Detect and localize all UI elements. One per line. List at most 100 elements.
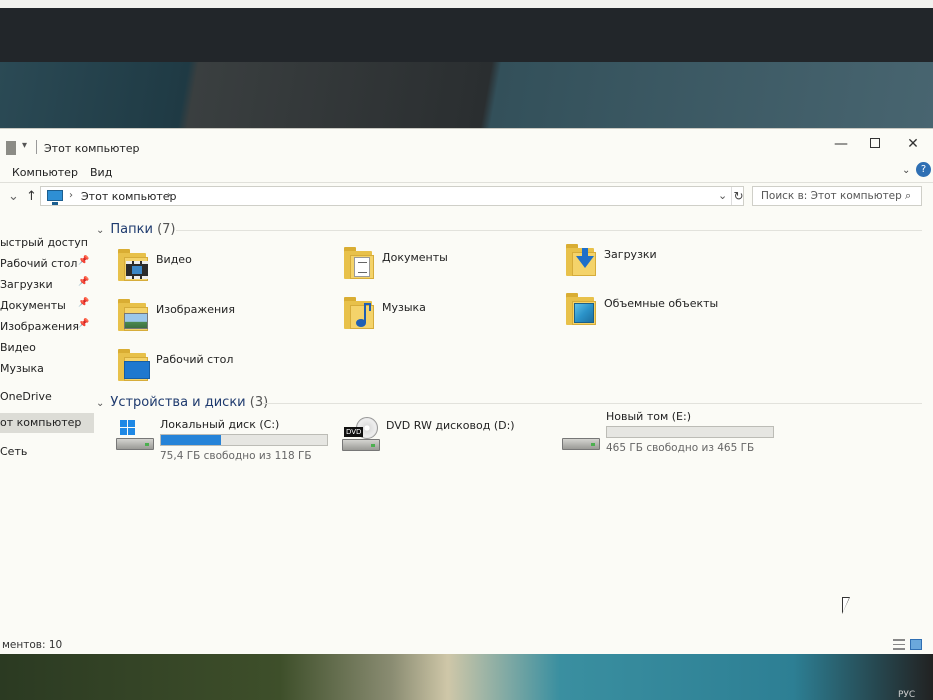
minimize-button[interactable]: —: [826, 133, 856, 155]
pin-icon: 📌: [78, 298, 90, 308]
folder-label: Рабочий стол: [156, 353, 234, 366]
drive-label: DVD RW дисковод (D:): [386, 419, 515, 432]
sidebar-item-videos[interactable]: Видео: [0, 338, 94, 358]
folder-label: Музыка: [382, 301, 426, 314]
sidebar-item-label: OneDrive: [0, 390, 52, 403]
title-separator: [36, 140, 37, 154]
pin-icon: 📌: [78, 277, 90, 287]
drive-label: Локальный диск (C:): [160, 418, 280, 431]
sidebar-item-music[interactable]: Музыка: [0, 359, 94, 379]
desktop-wallpaper-band: [0, 62, 933, 138]
folder-documents[interactable]: Документы: [342, 245, 542, 289]
folder-3d-objects[interactable]: Объемные объекты: [564, 291, 764, 335]
drive-usage-bar: [606, 426, 774, 438]
folder-label: Видео: [156, 253, 192, 266]
up-arrow-button[interactable]: ↑: [26, 189, 37, 204]
drive-e[interactable]: Новый том (E:) 465 ГБ свободно из 465 ГБ: [562, 410, 782, 460]
search-input[interactable]: Поиск в: Этот компьютер ⌕: [752, 186, 922, 206]
search-icon[interactable]: ⌕: [905, 189, 911, 203]
sidebar-item-pictures[interactable]: Изображения 📌: [0, 317, 94, 337]
3d-objects-folder-icon: [564, 291, 598, 327]
drive-d[interactable]: DVD DVD RW дисковод (D:): [342, 417, 542, 469]
drive-usage-bar: [160, 434, 328, 446]
sidebar-item-label: Музыка: [0, 362, 44, 375]
computer-icon: [47, 190, 63, 205]
collapse-chevron-icon[interactable]: ⌄: [96, 398, 104, 409]
desktop-folder-icon: [116, 347, 150, 383]
tab-view[interactable]: Вид: [90, 166, 112, 179]
sidebar-item-documents[interactable]: Документы 📌: [0, 296, 94, 316]
folder-desktop[interactable]: Рабочий стол: [116, 347, 316, 391]
title-bar[interactable]: ▾ Этот компьютер — ✕: [0, 129, 933, 159]
sidebar-item-label: ыстрый доступ: [0, 236, 88, 249]
maximize-icon: [870, 138, 880, 148]
group-divider: [262, 403, 922, 404]
address-row: ⌄ ↑ › Этот компьютер › ⌄ ↻ Поиск в: Этот…: [0, 183, 933, 211]
breadcrumb-chevron-icon[interactable]: ›: [167, 190, 171, 201]
dvd-badge: DVD: [344, 427, 364, 437]
sidebar-item-label: Видео: [0, 341, 36, 354]
item-count: ментов: 10: [2, 639, 63, 651]
folders-group-count: (7): [157, 222, 176, 237]
navigation-pane: ыстрый доступ Рабочий стол 📌 Загрузки 📌 …: [0, 225, 94, 635]
taskbar-language: РУС: [898, 690, 916, 700]
documents-folder-icon: [342, 245, 376, 281]
music-folder-icon: [342, 295, 376, 331]
downloads-folder-icon: [564, 242, 598, 278]
sidebar-item-label: Изображения: [0, 320, 79, 333]
breadcrumb-this-pc[interactable]: Этот компьютер: [81, 190, 177, 203]
sidebar-item-label: Документы: [0, 299, 66, 312]
drives-group-header[interactable]: ⌄ Устройства и диски (3): [96, 395, 268, 410]
pin-icon: 📌: [78, 256, 90, 266]
sidebar-item-label: Рабочий стол: [0, 257, 78, 270]
sidebar-item-network[interactable]: Сеть: [0, 442, 94, 462]
large-icons-view-icon[interactable]: [910, 639, 922, 650]
windows-logo-icon: [120, 420, 136, 436]
maximize-button[interactable]: [860, 133, 890, 155]
system-drive-icon: [116, 420, 156, 450]
status-bar: ментов: 10: [0, 635, 933, 655]
tab-computer[interactable]: Компьютер: [12, 166, 78, 179]
help-icon[interactable]: ?: [916, 162, 931, 177]
folders-group-header[interactable]: ⌄ Папки (7): [96, 222, 176, 237]
window-title: Этот компьютер: [44, 142, 140, 155]
monitor-bezel: [0, 0, 933, 8]
sidebar-item-quick-access[interactable]: ыстрый доступ: [0, 233, 94, 253]
video-folder-icon: [116, 247, 150, 283]
sidebar-item-desktop[interactable]: Рабочий стол 📌: [0, 254, 94, 274]
collapse-chevron-icon[interactable]: ⌄: [96, 225, 104, 236]
sidebar-item-label: от компьютер: [0, 416, 82, 429]
mouse-cursor-icon: [843, 598, 849, 612]
drives-group-title: Устройства и диски: [110, 395, 246, 410]
pin-icon: 📌: [78, 319, 90, 329]
folder-downloads[interactable]: Загрузки: [564, 242, 764, 286]
recent-locations-chevron-icon[interactable]: ⌄: [8, 189, 19, 204]
folder-label: Изображения: [156, 303, 235, 316]
sidebar-item-onedrive[interactable]: OneDrive: [0, 387, 94, 407]
details-view-icon[interactable]: [893, 639, 905, 650]
sidebar-item-label: Загрузки: [0, 278, 53, 291]
folder-videos[interactable]: Видео: [116, 247, 316, 291]
breadcrumb-chevron-icon[interactable]: ›: [69, 190, 73, 201]
sidebar-item-label: Сеть: [0, 445, 28, 458]
dvd-drive-icon: DVD: [342, 417, 382, 451]
quick-access-toolbar-dropdown[interactable]: ▾: [22, 140, 27, 151]
refresh-icon[interactable]: ↻: [731, 187, 745, 205]
drive-label: Новый том (E:): [606, 410, 691, 423]
close-button[interactable]: ✕: [898, 133, 928, 155]
drive-free-space: 75,4 ГБ свободно из 118 ГБ: [160, 450, 312, 462]
search-placeholder: Поиск в: Этот компьютер: [761, 190, 902, 202]
drive-usage-fill: [161, 435, 221, 445]
desktop-wallpaper-top: [0, 8, 933, 66]
pictures-folder-icon: [116, 297, 150, 333]
sidebar-item-downloads[interactable]: Загрузки 📌: [0, 275, 94, 295]
folders-group-title: Папки: [110, 222, 153, 237]
folder-music[interactable]: Музыка: [342, 295, 542, 339]
drive-c[interactable]: Локальный диск (C:) 75,4 ГБ свободно из …: [116, 418, 336, 468]
sidebar-item-this-pc[interactable]: от компьютер: [0, 413, 94, 433]
expand-ribbon-icon[interactable]: ⌄: [902, 165, 910, 176]
folder-label: Объемные объекты: [604, 297, 719, 310]
folder-pictures[interactable]: Изображения: [116, 297, 316, 341]
address-bar[interactable]: › Этот компьютер › ⌄ ↻: [40, 186, 744, 206]
address-dropdown-icon[interactable]: ⌄: [718, 189, 727, 202]
